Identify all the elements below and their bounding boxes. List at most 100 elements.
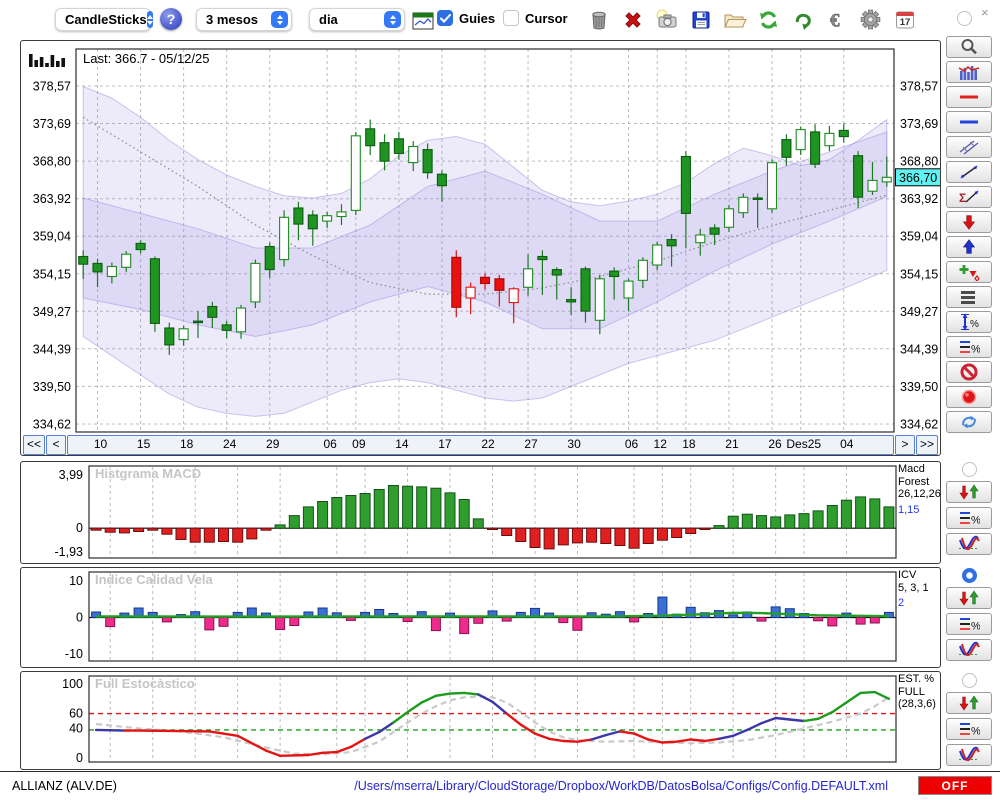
- period-select[interactable]: 3 mesos: [196, 8, 292, 31]
- main-panel-radio[interactable]: [957, 11, 972, 26]
- tool-measure-percent-button[interactable]: %: [946, 311, 992, 333]
- svg-text:349,27: 349,27: [900, 305, 938, 319]
- checkbox-checked-icon: [437, 10, 453, 26]
- tool-volume-button[interactable]: [946, 61, 992, 83]
- tool-channel-button[interactable]: [946, 136, 992, 158]
- svg-text:344,39: 344,39: [33, 342, 71, 356]
- macd-arrows-updown-button[interactable]: [946, 481, 992, 503]
- icv-params: ICV 5, 3, 1 2: [898, 569, 942, 610]
- price-chart[interactable]: 378,57 378,57 373,69 373,69 368,80 368,80 363,…: [21, 41, 940, 433]
- date-tick-label: 29: [266, 437, 280, 451]
- macd-panel-radio[interactable]: [961, 462, 977, 477]
- icv-arrows-updown-button[interactable]: [946, 587, 992, 609]
- svg-text:373,69: 373,69: [33, 117, 71, 131]
- svg-text:40: 40: [69, 721, 83, 735]
- toolbar-icon-group: €17: [585, 6, 918, 33]
- stochastic-title: Full Estocàstico: [95, 676, 195, 691]
- icv-controls: %: [946, 568, 992, 661]
- save-icon[interactable]: [687, 6, 714, 33]
- refresh-icon[interactable]: [755, 6, 782, 33]
- interval-select[interactable]: dia: [309, 8, 405, 31]
- svg-text:€: €: [830, 10, 840, 31]
- date-tick-label: 06: [624, 437, 639, 451]
- icv-title: Indice Calidad Vela: [95, 572, 213, 587]
- date-tick-label: 17: [438, 437, 452, 451]
- macd-lines-percent-button[interactable]: %: [946, 507, 992, 529]
- svg-text:359,04: 359,04: [33, 230, 71, 244]
- help-icon[interactable]: ?: [160, 8, 182, 30]
- tool-forbid-button[interactable]: [946, 361, 992, 383]
- icv-lines-percent-button[interactable]: %: [946, 613, 992, 635]
- macd-curves-button[interactable]: [946, 533, 992, 555]
- svg-text:-1,93: -1,93: [55, 545, 84, 559]
- svg-text:%: %: [970, 319, 979, 330]
- date-tick-label: 18: [179, 437, 194, 451]
- date-axis-strip[interactable]: 10 15 18 24 29 06 09 14 17 22 27 30 06 12 18 21 26 Des25 0…: [67, 435, 894, 455]
- date-tick-label: 14: [395, 437, 409, 451]
- tool-red-line-button[interactable]: [946, 86, 992, 108]
- nav-next-button[interactable]: >: [895, 435, 915, 455]
- svg-text:354,15: 354,15: [33, 267, 71, 281]
- tool-markers-button[interactable]: [946, 261, 992, 283]
- stoch-panel-radio[interactable]: [961, 673, 977, 688]
- svg-text:373,69: 373,69: [900, 117, 938, 131]
- nav-last-button[interactable]: >>: [916, 435, 938, 455]
- period-value: 3 mesos: [206, 12, 259, 27]
- delete-icon[interactable]: [619, 6, 646, 33]
- tool-arrow-down-button[interactable]: [946, 211, 992, 233]
- stoch-curves-button[interactable]: [946, 744, 992, 766]
- date-tick-label: 10: [93, 437, 108, 451]
- chart-type-select[interactable]: CandleSticks: [55, 8, 153, 31]
- tool-record-button[interactable]: [946, 386, 992, 408]
- svg-text:334,62: 334,62: [900, 417, 938, 431]
- svg-text:378,57: 378,57: [33, 80, 71, 94]
- tool-swap-button[interactable]: [946, 411, 992, 433]
- chart-window-icon[interactable]: [409, 7, 436, 34]
- tool-blue-line-button[interactable]: [946, 111, 992, 133]
- date-tick-label: Des25: [786, 437, 822, 451]
- drawing-tools-sidebar: Σ%%: [946, 36, 992, 433]
- camera-icon[interactable]: [653, 6, 680, 33]
- date-tick-label: 04: [840, 437, 854, 451]
- tool-sigma-trend-button[interactable]: Σ: [946, 186, 992, 208]
- svg-text:60: 60: [69, 707, 83, 721]
- stoch-lines-percent-button[interactable]: %: [946, 718, 992, 740]
- tool-trend-line-button[interactable]: [946, 161, 992, 183]
- select-stepper-icon: [384, 11, 401, 28]
- svg-text:344,39: 344,39: [900, 342, 938, 356]
- symbol-label: ALLIANZ (ALV.DE): [12, 779, 117, 793]
- macd-value: 1,15: [898, 503, 920, 516]
- euro-icon[interactable]: €: [823, 6, 850, 33]
- date-tick-label: 24: [222, 437, 237, 451]
- icv-panel-radio[interactable]: [961, 568, 977, 583]
- svg-text:0: 0: [76, 521, 83, 535]
- date-tick-label: 30: [567, 437, 581, 451]
- price-panel: 378,57 378,57 373,69 373,69 368,80 368,80 363,…: [20, 40, 941, 456]
- svg-text:%: %: [971, 344, 980, 356]
- icv-curves-button[interactable]: [946, 639, 992, 661]
- open-folder-icon[interactable]: [721, 6, 748, 33]
- nav-prev-button[interactable]: <: [46, 435, 66, 455]
- tool-levels-button[interactable]: [946, 286, 992, 308]
- guies-checkbox[interactable]: Guies: [437, 10, 495, 26]
- svg-text:339,50: 339,50: [33, 380, 71, 394]
- calendar-icon[interactable]: 17: [891, 6, 918, 33]
- nav-first-button[interactable]: <<: [23, 435, 45, 455]
- checkbox-unchecked-icon: [503, 10, 519, 26]
- status-divider: [0, 771, 1000, 772]
- tool-lines-percent-button[interactable]: %: [946, 336, 992, 358]
- date-tick-label: 18: [682, 437, 696, 451]
- stoch-arrows-updown-button[interactable]: [946, 692, 992, 714]
- config-path: /Users/mserra/Library/CloudStorage/Dropb…: [354, 779, 888, 793]
- off-button[interactable]: OFF: [918, 776, 992, 795]
- window-close-icon[interactable]: ×: [981, 5, 989, 20]
- trash-icon[interactable]: [585, 6, 612, 33]
- svg-text:349,27: 349,27: [33, 305, 71, 319]
- tool-arrow-up-button[interactable]: [946, 236, 992, 258]
- svg-text:334,62: 334,62: [33, 417, 71, 431]
- sync-icon[interactable]: [789, 6, 816, 33]
- settings-icon[interactable]: [857, 6, 884, 33]
- tool-zoom-button[interactable]: [946, 36, 992, 58]
- cursor-checkbox[interactable]: Cursor: [503, 10, 568, 26]
- svg-text:366,70: 366,70: [899, 171, 937, 185]
